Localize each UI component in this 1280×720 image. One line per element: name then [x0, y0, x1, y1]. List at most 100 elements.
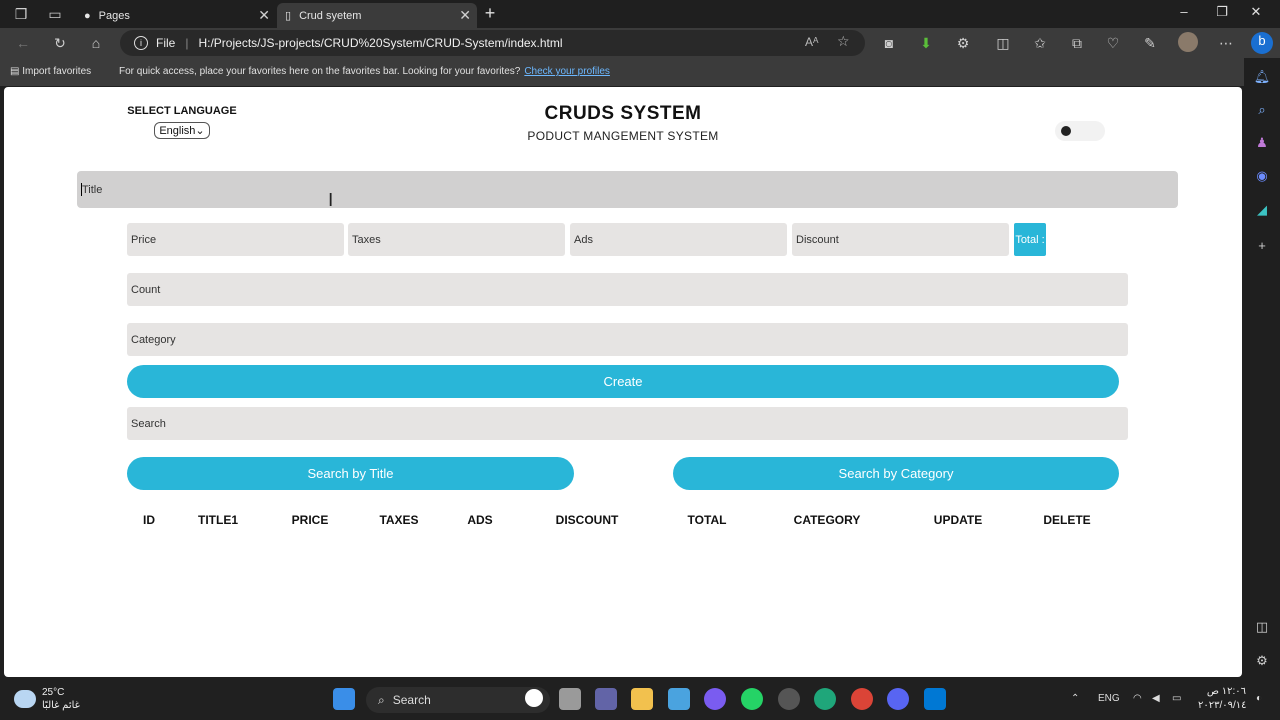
vscode-icon[interactable] [924, 688, 946, 710]
read-aloud-icon[interactable]: Aᴬ [805, 35, 818, 49]
download-arrow-icon[interactable]: ⬇ [917, 34, 935, 52]
workspaces-icon[interactable]: ❒ [12, 5, 30, 23]
theme-toggle[interactable] [1055, 121, 1105, 141]
close-icon[interactable]: ✕ [459, 7, 471, 24]
split-screen-icon[interactable]: ◫ [994, 34, 1012, 52]
favorites-bar: ▤ Import favorites For quick access, pla… [0, 58, 1280, 86]
check-profiles-link[interactable]: Check your profiles [524, 66, 610, 77]
th-price: PRICE [291, 513, 329, 527]
outlook-icon[interactable]: ◢ [1253, 201, 1271, 219]
edge-sidebar: b 🔔︎ ⌕ ♟ ◉ ◢ + ◫ ⚙ [1244, 32, 1280, 678]
address-bar[interactable]: i File | H:/Projects/JS-projects/CRUD%20… [120, 30, 865, 56]
notification-icon[interactable]: ◐ [1256, 693, 1262, 704]
close-icon[interactable]: ✕ [258, 7, 270, 24]
collections-icon[interactable]: ⧉ [1068, 34, 1086, 52]
minimize-icon[interactable]: – [1174, 4, 1194, 19]
bing-copilot-icon[interactable]: b [1251, 32, 1273, 54]
discount-placeholder: Discount [796, 233, 839, 246]
more-menu-icon[interactable]: ⋯ [1217, 34, 1235, 52]
search-input[interactable]: Search [127, 407, 1128, 440]
taskbar-search[interactable]: ⌕ Search [366, 687, 550, 713]
performance-icon[interactable]: ♡ [1104, 34, 1122, 52]
total-badge: Total : [1014, 223, 1046, 256]
taskbar-search-label: Search [392, 693, 431, 707]
ads-input[interactable]: Ads [570, 223, 787, 256]
favorites-message: For quick access, place your favorites h… [119, 66, 610, 77]
refresh-icon[interactable]: ↻ [51, 34, 69, 52]
browser-essentials-icon[interactable]: ✎ [1141, 34, 1159, 52]
search-by-title-button[interactable]: Search by Title [127, 457, 574, 490]
bell-icon[interactable]: 🔔︎ [1253, 68, 1271, 86]
store-icon[interactable] [668, 688, 690, 710]
chevron-up-icon[interactable]: ⌃ [1071, 693, 1079, 704]
tab-actions-icon[interactable]: ▭ [46, 5, 64, 23]
th-title: TITLE1 [197, 513, 239, 527]
title-placeholder: Title [82, 183, 103, 196]
copilot-icon[interactable] [704, 688, 726, 710]
weather-cloud-icon [14, 690, 36, 708]
volume-icon[interactable]: ◀︎ [1152, 693, 1160, 704]
taxes-placeholder: Taxes [352, 233, 381, 246]
search-icon: ⌕ [378, 692, 385, 707]
tab-title: Crud syetem [299, 9, 362, 22]
extensions-icon[interactable]: ⚙ [954, 34, 972, 52]
discord-icon[interactable] [887, 688, 909, 710]
profile-avatar[interactable] [1178, 32, 1198, 52]
sidebar-layout-icon[interactable]: ◫ [1253, 618, 1271, 636]
tab-title: Pages [98, 9, 130, 22]
wifi-icon[interactable]: ◠ [1133, 693, 1142, 704]
file-explorer-icon[interactable] [631, 688, 653, 710]
clock-time: ١٢:٠٦ ص [1206, 686, 1246, 697]
price-input[interactable]: Price [127, 223, 344, 256]
teams-icon[interactable] [595, 688, 617, 710]
address-url[interactable]: H:/Projects/JS-projects/CRUD%20System/CR… [198, 36, 562, 50]
create-button[interactable]: Create [127, 365, 1119, 398]
address-divider: | [185, 36, 189, 50]
th-delete: DELETE [1043, 513, 1091, 527]
web-page: SELECT LANGUAGE English⌄ CRUDS SYSTEM PO… [4, 87, 1242, 677]
whatsapp-icon[interactable] [741, 688, 763, 710]
camera-icon[interactable]: ◙ [880, 34, 898, 52]
weather-temp: 25°C [42, 687, 65, 698]
tab-crud-system[interactable]: ▯ Crud syetem ✕ [277, 3, 477, 28]
start-icon[interactable] [333, 688, 355, 710]
battery-icon[interactable]: ▭ [1172, 693, 1181, 704]
import-favorites-label: Import favorites [22, 66, 92, 77]
th-total: TOTAL [687, 513, 727, 527]
import-favorites[interactable]: ▤ Import favorites [10, 66, 91, 77]
weather-widget[interactable]: 25°C غائم غالبًا [14, 686, 80, 712]
search-icon[interactable]: ⌕ [1253, 101, 1271, 119]
th-id: ID [143, 513, 155, 527]
task-view-icon[interactable] [559, 688, 581, 710]
discount-input[interactable]: Discount [792, 223, 1009, 256]
favorites-message-text: For quick access, place your favorites h… [119, 66, 521, 77]
tab-pages[interactable]: ● Pages ✕ [76, 3, 276, 28]
price-placeholder: Price [131, 233, 157, 246]
count-input[interactable]: Count [127, 273, 1128, 306]
taxes-input[interactable]: Taxes [348, 223, 565, 256]
office-icon[interactable]: ◉ [1253, 167, 1271, 185]
info-icon[interactable]: i [134, 36, 148, 50]
bing-icon[interactable] [525, 689, 543, 707]
th-taxes: TAXES [379, 513, 419, 527]
clock-date: ٢٠٢٣/٠٩/١٤ [1198, 700, 1247, 711]
maximize-icon[interactable]: ❐ [1212, 4, 1232, 20]
input-language[interactable]: ENG [1098, 693, 1120, 704]
tools-icon[interactable]: ♟ [1253, 134, 1271, 152]
settings-icon[interactable]: ⚙ [1253, 652, 1271, 670]
favorite-star-icon[interactable]: ☆ [837, 33, 850, 50]
category-input[interactable]: Category [127, 323, 1128, 356]
count-placeholder: Count [131, 283, 161, 296]
search-by-category-button[interactable]: Search by Category [673, 457, 1119, 490]
new-tab-button[interactable]: + [480, 3, 500, 23]
add-icon[interactable]: + [1253, 237, 1271, 255]
edge-icon[interactable] [814, 688, 836, 710]
close-window-icon[interactable]: ✕ [1246, 4, 1266, 20]
favorites-icon[interactable]: ✩ [1031, 34, 1049, 52]
chrome-icon[interactable] [851, 688, 873, 710]
clock[interactable]: ١٢:٠٦ ص ٢٠٢٣/٠٩/١٤ [1198, 685, 1247, 713]
title-input[interactable]: Title [77, 171, 1178, 208]
github-desktop-icon[interactable] [778, 688, 800, 710]
home-icon[interactable]: ⌂ [87, 34, 105, 52]
back-icon[interactable]: ← [14, 34, 32, 52]
